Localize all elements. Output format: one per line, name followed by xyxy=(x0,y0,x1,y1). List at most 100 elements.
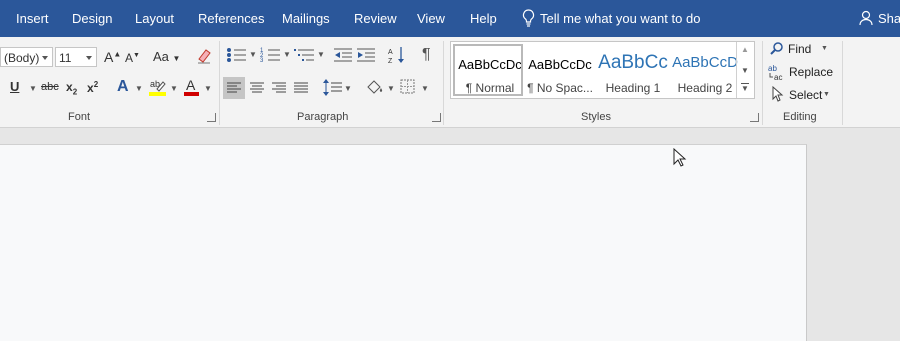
chevron-down-icon[interactable]: ▼ xyxy=(283,50,291,59)
style-name: Heading 1 xyxy=(605,81,661,95)
scroll-down-icon[interactable]: ▼ xyxy=(741,66,749,75)
font-name-select[interactable]: (Body) xyxy=(0,47,53,67)
align-right-icon[interactable] xyxy=(268,77,290,104)
tab-review[interactable]: Review xyxy=(354,11,397,26)
svg-text:ac: ac xyxy=(774,73,782,81)
shading-icon[interactable] xyxy=(365,77,385,104)
share-person-icon[interactable] xyxy=(859,10,873,29)
bullets-icon[interactable] xyxy=(226,47,248,68)
tab-layout[interactable]: Layout xyxy=(135,11,174,26)
group-separator xyxy=(219,41,220,125)
style-heading-1[interactable]: AaBbCc Heading 1 xyxy=(598,44,668,96)
style-name: ¶ Normal xyxy=(465,81,515,95)
styles-dialog-launcher-icon[interactable] xyxy=(750,113,759,122)
gallery-scroll: ▲ ▼ ▼ xyxy=(736,42,754,98)
lightbulb-icon xyxy=(522,9,535,30)
ribbon-tab-bar: Insert Design Layout References Mailings… xyxy=(0,0,900,37)
find-button[interactable]: Find xyxy=(788,42,811,56)
styles-gallery: AaBbCcDc ¶ Normal AaBbCcDc ¶ No Spac... … xyxy=(450,41,755,99)
strikethrough-label: abc xyxy=(41,81,59,93)
chevron-down-icon[interactable]: ▼ xyxy=(421,84,429,93)
shrink-font-icon[interactable]: A▼ xyxy=(125,51,140,65)
replace-icon: ab ac xyxy=(768,63,786,86)
editing-group-label: Editing xyxy=(783,111,817,123)
style-sample: AaBbCc xyxy=(598,52,668,73)
share-button[interactable]: Shar xyxy=(878,11,900,26)
font-name-value: (Body) xyxy=(4,51,40,65)
group-separator xyxy=(762,41,763,125)
tab-references[interactable]: References xyxy=(198,11,264,26)
chevron-down-icon[interactable]: ▼ xyxy=(29,84,37,93)
select-button[interactable]: Select xyxy=(789,88,822,102)
justify-icon[interactable] xyxy=(290,77,312,104)
style-sample: AaBbCcDc xyxy=(458,57,522,72)
tab-mailings[interactable]: Mailings xyxy=(282,11,330,26)
increase-indent-icon[interactable] xyxy=(357,47,377,68)
style-heading-2[interactable]: AaBbCcD Heading 2 xyxy=(670,44,740,96)
style-sample: AaBbCcDc xyxy=(528,57,592,72)
underline-icon[interactable]: U xyxy=(10,79,19,94)
paragraph-group-label: Paragraph xyxy=(297,111,349,123)
tab-design[interactable]: Design xyxy=(72,11,112,26)
superscript-icon[interactable]: x2 xyxy=(87,80,98,95)
chevron-down-icon[interactable]: ▼ xyxy=(387,84,395,93)
line-spacing-icon[interactable] xyxy=(322,77,344,104)
change-case-button[interactable]: Aa ▼ xyxy=(153,49,180,64)
strikethrough-button[interactable]: abc xyxy=(41,81,59,93)
style-name: ¶ No Spac... xyxy=(527,81,593,95)
clear-formatting-icon[interactable] xyxy=(196,47,212,70)
group-separator xyxy=(443,41,444,125)
chevron-down-icon xyxy=(86,56,92,60)
font-group-label: Font xyxy=(68,111,91,123)
svg-text:A: A xyxy=(186,77,196,93)
align-center-icon[interactable] xyxy=(246,77,268,104)
grow-font-icon[interactable]: A▲ xyxy=(104,49,121,65)
chevron-down-icon[interactable]: ▼ xyxy=(135,84,143,93)
select-cursor-icon xyxy=(772,85,784,107)
style-sample: AaBbCcD xyxy=(672,54,738,71)
scroll-up-icon[interactable]: ▲ xyxy=(741,45,749,54)
align-left-icon xyxy=(227,82,241,93)
svg-text:3: 3 xyxy=(260,58,264,63)
tab-view[interactable]: View xyxy=(417,11,445,26)
subscript-icon[interactable]: x2 xyxy=(66,80,77,96)
search-icon xyxy=(770,42,784,61)
decrease-indent-icon[interactable] xyxy=(334,47,354,68)
svg-text:A: A xyxy=(388,49,393,56)
chevron-down-icon[interactable]: ▼ xyxy=(344,84,352,93)
replace-button[interactable]: Replace xyxy=(789,65,833,79)
align-left-button[interactable] xyxy=(223,77,245,99)
borders-icon[interactable] xyxy=(399,77,417,102)
chevron-down-icon[interactable]: ▼ xyxy=(204,84,212,93)
paragraph-dialog-launcher-icon[interactable] xyxy=(432,113,441,122)
chevron-down-icon[interactable]: ▼ xyxy=(249,50,257,59)
chevron-down-icon[interactable]: ▼ xyxy=(317,50,325,59)
group-separator xyxy=(842,41,843,125)
font-color-icon[interactable]: A xyxy=(184,77,200,102)
font-size-value: 11 xyxy=(59,51,72,65)
font-size-select[interactable]: 11 xyxy=(55,47,97,67)
mouse-pointer-icon xyxy=(673,147,687,173)
chevron-down-icon xyxy=(42,56,48,60)
chevron-down-icon[interactable]: ▼ xyxy=(821,45,828,52)
styles-group-label: Styles xyxy=(581,111,611,123)
style-normal[interactable]: AaBbCcDc ¶ Normal xyxy=(453,44,523,96)
svg-text:ab: ab xyxy=(768,64,777,73)
chevron-down-icon[interactable]: ▼ xyxy=(170,84,178,93)
numbering-icon[interactable]: 123 xyxy=(260,47,282,68)
sort-icon[interactable]: AZ xyxy=(388,46,406,69)
tell-me-search[interactable]: Tell me what you want to do xyxy=(540,11,700,26)
text-effects-icon[interactable]: A xyxy=(117,78,129,96)
tab-help[interactable]: Help xyxy=(470,11,497,26)
highlight-color-icon[interactable]: ab xyxy=(149,77,167,102)
style-no-spacing[interactable]: AaBbCcDc ¶ No Spac... xyxy=(525,44,595,96)
font-dialog-launcher-icon[interactable] xyxy=(207,113,216,122)
more-styles-icon[interactable]: ▼ xyxy=(741,83,749,93)
svg-text:Z: Z xyxy=(388,58,393,64)
show-marks-pilcrow-icon[interactable]: ¶ xyxy=(422,46,431,64)
document-page[interactable] xyxy=(0,144,807,341)
tab-insert[interactable]: Insert xyxy=(16,11,49,26)
style-name: Heading 2 xyxy=(677,81,733,95)
multilevel-list-icon[interactable] xyxy=(294,47,316,68)
chevron-down-icon[interactable]: ▼ xyxy=(823,91,830,98)
